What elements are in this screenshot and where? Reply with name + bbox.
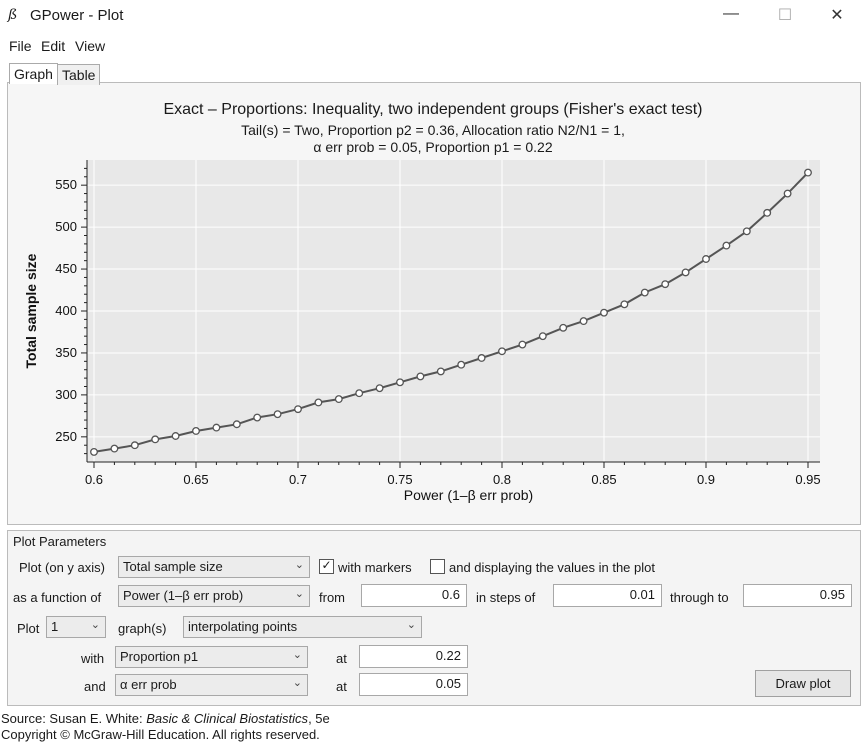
data-point [538,332,547,341]
data-point [171,432,180,440]
data-point [314,398,323,407]
and-parameter-select-value: α err prob [120,677,177,692]
data-point [457,360,466,369]
data-point [804,168,812,177]
data-point [763,208,772,217]
data-point [334,395,343,404]
x-tick-label: 0.85 [591,472,616,487]
through-input[interactable]: 0.95 [743,584,852,607]
function-of-label: as a function of [13,590,102,605]
with-markers-checkbox[interactable]: ✓ [319,559,334,574]
y-axis-select-value: Total sample size [123,559,223,574]
data-point [681,268,690,277]
with-markers-label: with markers [338,560,412,575]
data-point [110,444,119,453]
display-values-label: and displaying the values in the plot [449,560,655,575]
chevron-down-icon: ⌄ [406,619,416,631]
data-point [640,288,649,297]
with-parameter-select[interactable]: Proportion p1 ⌄ [115,646,308,668]
plot-parameters-heading: Plot Parameters [13,534,107,549]
interpolation-select-value: interpolating points [188,619,298,634]
data-point [600,308,608,317]
x-axis-label: Power (1–β err prob) [404,487,533,503]
chevron-down-icon: ⌄ [292,649,302,661]
data-point [498,347,506,356]
power-plot: 0.6 0.65 0.7 0.75 0.8 0.85 0.9 0.95 250 300 350 400… [23,160,821,503]
with-at-label: at [336,651,347,666]
data-point [232,420,241,429]
y-tick-label: 300 [55,387,77,402]
data-point [355,389,364,398]
source-edition: , 5e [308,711,330,726]
y-axis-select[interactable]: Total sample size ⌄ [118,556,310,578]
x-tick-label: 0.65 [183,472,208,487]
y-tick-label: 500 [55,219,77,234]
chevron-down-icon: ⌄ [294,588,304,600]
chevron-down-icon: ⌄ [90,619,100,631]
source-prefix: Source: Susan E. White: [1,711,147,726]
interpolation-select[interactable]: interpolating points ⌄ [183,616,422,638]
y-tick-label: 400 [55,303,77,318]
copyright-caption: Copyright © McGraw-Hill Education. All r… [1,727,320,742]
x-tick-label: 0.9 [697,472,715,487]
and-label: and [84,679,106,694]
data-point [212,423,221,432]
through-label: through to [670,590,729,605]
source-book-title: Basic & Clinical Biostatistics [146,711,309,726]
data-point [518,340,527,349]
data-point [192,427,200,435]
data-point [375,384,384,393]
data-point [722,241,731,250]
x-axis-select[interactable]: Power (1–β err prob) ⌄ [118,585,310,607]
plot-y-axis-label: Plot (on y axis) [19,560,105,575]
steps-label: in steps of [476,590,536,605]
x-tick-label: 0.7 [289,472,307,487]
and-parameter-select[interactable]: α err prob ⌄ [115,674,308,696]
data-point [130,441,139,450]
with-label: with [81,651,105,666]
and-at-label: at [336,679,347,694]
graphs-label: graph(s) [118,621,167,636]
data-point [702,255,710,263]
data-point [742,227,751,236]
data-point [253,413,262,422]
data-point [396,378,404,387]
plot-count-select[interactable]: 1 ⌄ [46,616,106,638]
data-point [559,323,568,332]
y-axis-label: Total sample size [23,253,39,368]
x-tick-label: 0.8 [493,472,511,487]
x-tick-label: 0.95 [795,472,820,487]
data-point [436,367,445,376]
x-tick-label: 0.75 [387,472,412,487]
y-tick-label: 450 [55,261,77,276]
y-tick-label: 350 [55,345,77,360]
from-input[interactable]: 0.6 [361,584,467,607]
data-point [783,189,792,198]
plot-count-label: Plot [17,621,40,636]
display-values-checkbox[interactable] [430,559,445,574]
data-point [273,410,282,419]
x-tick-label: 0.6 [85,472,103,487]
data-point [620,300,629,309]
data-point [661,280,670,289]
chevron-down-icon: ⌄ [292,677,302,689]
with-value-input[interactable]: 0.22 [359,645,468,668]
plot-count-select-value: 1 [51,619,59,634]
draw-plot-button[interactable]: Draw plot [755,670,851,697]
data-point [477,354,486,362]
steps-input[interactable]: 0.01 [553,584,662,607]
source-caption: Source: Susan E. White: Basic & Clinical… [1,711,330,726]
chevron-down-icon: ⌄ [294,559,304,571]
data-point [151,435,160,444]
and-value-input[interactable]: 0.05 [359,673,468,696]
data-point [294,405,302,414]
from-label: from [319,590,345,605]
x-axis-select-value: Power (1–β err prob) [123,588,244,603]
with-parameter-select-value: Proportion p1 [120,649,199,664]
y-tick-label: 250 [55,429,77,444]
data-point [579,317,588,326]
y-tick-label: 550 [55,177,77,192]
data-point [90,447,98,456]
data-point [416,372,425,381]
